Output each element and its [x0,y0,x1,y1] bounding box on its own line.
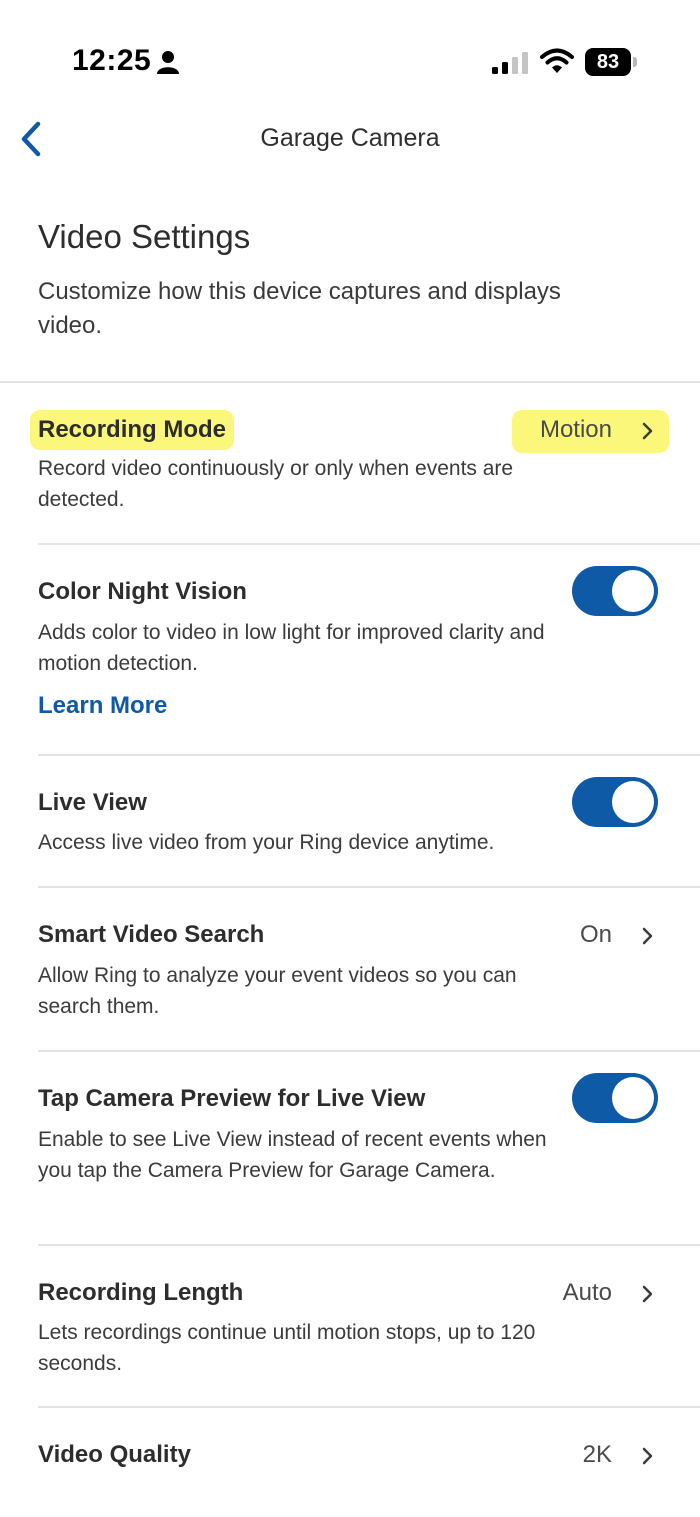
smart-video-search-value[interactable]: On [580,921,612,949]
cellular-signal-icon [492,52,528,74]
video-quality-value[interactable]: 2K [583,1441,612,1469]
row-divider [38,1050,700,1052]
color-night-vision-title: Color Night Vision [38,578,247,605]
battery-tip [633,57,637,67]
smart-video-search-title: Smart Video Search [38,921,265,948]
recording-mode-description: Record video continuously or only when e… [38,457,514,511]
color-night-vision-description: Adds color to video in low light for imp… [38,621,545,675]
header-divider [0,381,700,383]
tap-camera-preview-title: Tap Camera Preview for Live View [38,1085,426,1112]
battery-icon: 83 [585,48,637,76]
color-night-vision-toggle[interactable] [572,566,658,616]
chevron-right-icon[interactable] [640,925,656,947]
person-icon [157,51,179,74]
page-title: Video Settings [38,218,251,255]
tap-camera-preview-description: Enable to see Live View instead of recen… [38,1128,547,1182]
recording-mode-title: Recording Mode [30,410,235,450]
recording-length-description: Lets recordings continue until motion st… [38,1321,536,1375]
live-view-toggle[interactable] [572,777,658,827]
recording-length-title: Recording Length [38,1279,244,1306]
chevron-right-icon[interactable] [640,420,656,442]
live-view-title: Live View [38,789,147,816]
smart-video-search-description: Allow Ring to analyze your event videos … [38,964,517,1018]
page-subtitle: Customize how this device captures and d… [38,278,561,339]
toggle-knob [612,570,654,612]
recording-length-value[interactable]: Auto [563,1279,612,1307]
recording-mode-value[interactable]: Motion [540,416,612,444]
row-divider [38,543,700,545]
toggle-knob [612,1077,654,1119]
battery-level: 83 [585,48,631,76]
row-divider [38,886,700,888]
row-divider [38,1244,700,1246]
row-divider [38,754,700,756]
chevron-right-icon[interactable] [640,1445,656,1467]
nav-title: Garage Camera [260,124,440,152]
chevron-right-icon[interactable] [640,1283,656,1305]
video-quality-title: Video Quality [38,1441,191,1468]
tap-camera-preview-toggle[interactable] [572,1073,658,1123]
status-bar: 12:25 83 [0,0,700,110]
learn-more-link[interactable]: Learn More [38,692,167,720]
live-view-description: Access live video from your Ring device … [38,831,495,854]
toggle-knob [612,781,654,823]
wifi-icon [540,48,574,73]
status-time: 12:25 [72,44,152,77]
row-divider [38,1406,700,1408]
